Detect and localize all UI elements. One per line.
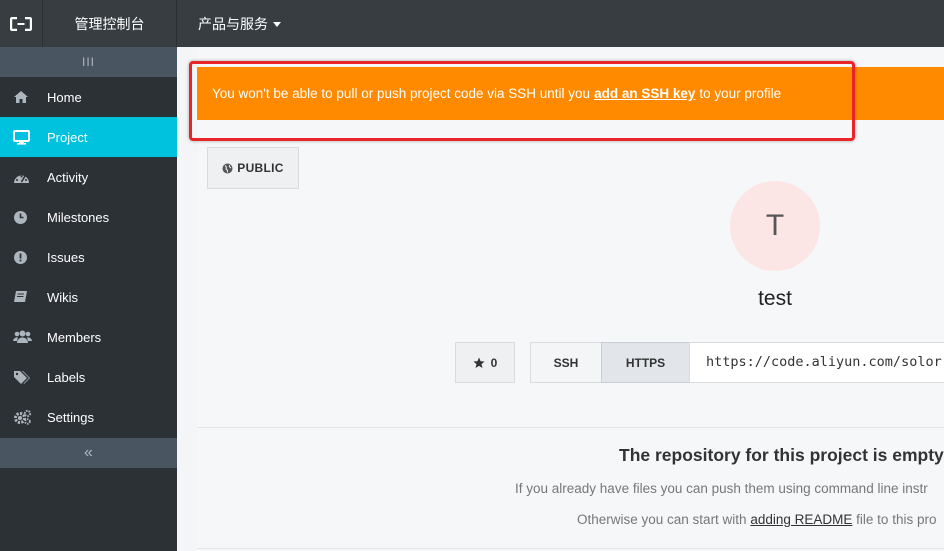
- sidebar-item-wikis[interactable]: Wikis: [0, 277, 177, 317]
- empty-repo-readme-hint: Otherwise you can start with adding READ…: [577, 512, 936, 527]
- alert-text-after: to your profile: [699, 86, 782, 101]
- sidebar-item-label: Home: [47, 89, 82, 105]
- section-divider-bottom: [197, 548, 944, 549]
- readme-hint-before: Otherwise you can start with: [577, 512, 747, 527]
- star-button[interactable]: 0: [455, 342, 515, 383]
- sidebar-item-members[interactable]: Members: [0, 317, 177, 357]
- project-title: test: [758, 287, 792, 310]
- products-services-menu[interactable]: 产品与服务: [177, 0, 281, 47]
- globe-icon: [222, 163, 233, 173]
- sidebar-item-label: Settings: [47, 409, 94, 425]
- sidebar-toggle-button[interactable]: III: [0, 47, 177, 77]
- aliyun-logo-icon[interactable]: [0, 0, 43, 47]
- empty-repo-title: The repository for this project is empty: [619, 445, 944, 465]
- sidebar-item-label: Wikis: [47, 289, 79, 305]
- exclamation-circle-icon: [0, 250, 47, 265]
- clone-url-input[interactable]: https://code.aliyun.com/solor: [689, 342, 944, 383]
- section-divider: [197, 427, 944, 428]
- visibility-label: PUBLIC: [237, 161, 284, 175]
- clone-ssh-button[interactable]: SSH: [530, 342, 602, 383]
- top-navbar: 管理控制台 产品与服务: [0, 0, 944, 47]
- sidebar-item-label: Milestones: [47, 209, 110, 225]
- sidebar-item-milestones[interactable]: Milestones: [0, 197, 177, 237]
- star-count: 0: [490, 355, 498, 370]
- visibility-public-button[interactable]: PUBLIC: [207, 147, 299, 189]
- avatar-letter: T: [765, 209, 785, 242]
- sidebar-item-label: Activity: [47, 169, 89, 185]
- home-icon: [0, 90, 47, 104]
- caret-down-icon: [273, 22, 281, 27]
- cogs-icon: [0, 409, 47, 425]
- users-icon: [0, 330, 47, 344]
- clock-icon: [0, 210, 47, 225]
- sidebar-item-label: Members: [47, 329, 102, 345]
- alert-text-before: You won't be able to pull or push projec…: [212, 86, 591, 101]
- book-icon: [0, 290, 47, 304]
- console-link[interactable]: 管理控制台: [43, 0, 177, 47]
- sidebar-item-project[interactable]: Project: [0, 117, 177, 157]
- sidebar-item-activity[interactable]: Activity: [0, 157, 177, 197]
- sidebar-item-label: Project: [47, 129, 88, 145]
- sidebar-collapse-button[interactable]: «: [0, 438, 177, 468]
- sidebar: III Home Project Activity Milestones Iss…: [0, 47, 177, 551]
- sidebar-item-label: Labels: [47, 369, 86, 385]
- empty-repo-instructions: If you already have files you can push t…: [515, 481, 928, 496]
- products-services-label: 产品与服务: [198, 15, 268, 32]
- sidebar-item-labels[interactable]: Labels: [0, 357, 177, 397]
- adding-readme-link[interactable]: adding README: [750, 512, 852, 527]
- sidebar-item-label: Issues: [47, 249, 85, 265]
- clone-https-button[interactable]: HTTPS: [601, 342, 690, 383]
- sidebar-item-issues[interactable]: Issues: [0, 237, 177, 277]
- readme-hint-after: file to this pro: [856, 512, 937, 527]
- desktop-icon: [0, 129, 47, 145]
- star-icon: [473, 357, 485, 368]
- sidebar-item-home[interactable]: Home: [0, 77, 177, 117]
- tags-icon: [0, 370, 47, 385]
- add-ssh-key-link[interactable]: add an SSH key: [594, 86, 695, 101]
- sidebar-item-settings[interactable]: Settings: [0, 397, 177, 437]
- ssh-key-alert: You won't be able to pull or push projec…: [197, 67, 944, 120]
- dashboard-icon: [0, 171, 47, 184]
- project-avatar: T: [730, 181, 820, 271]
